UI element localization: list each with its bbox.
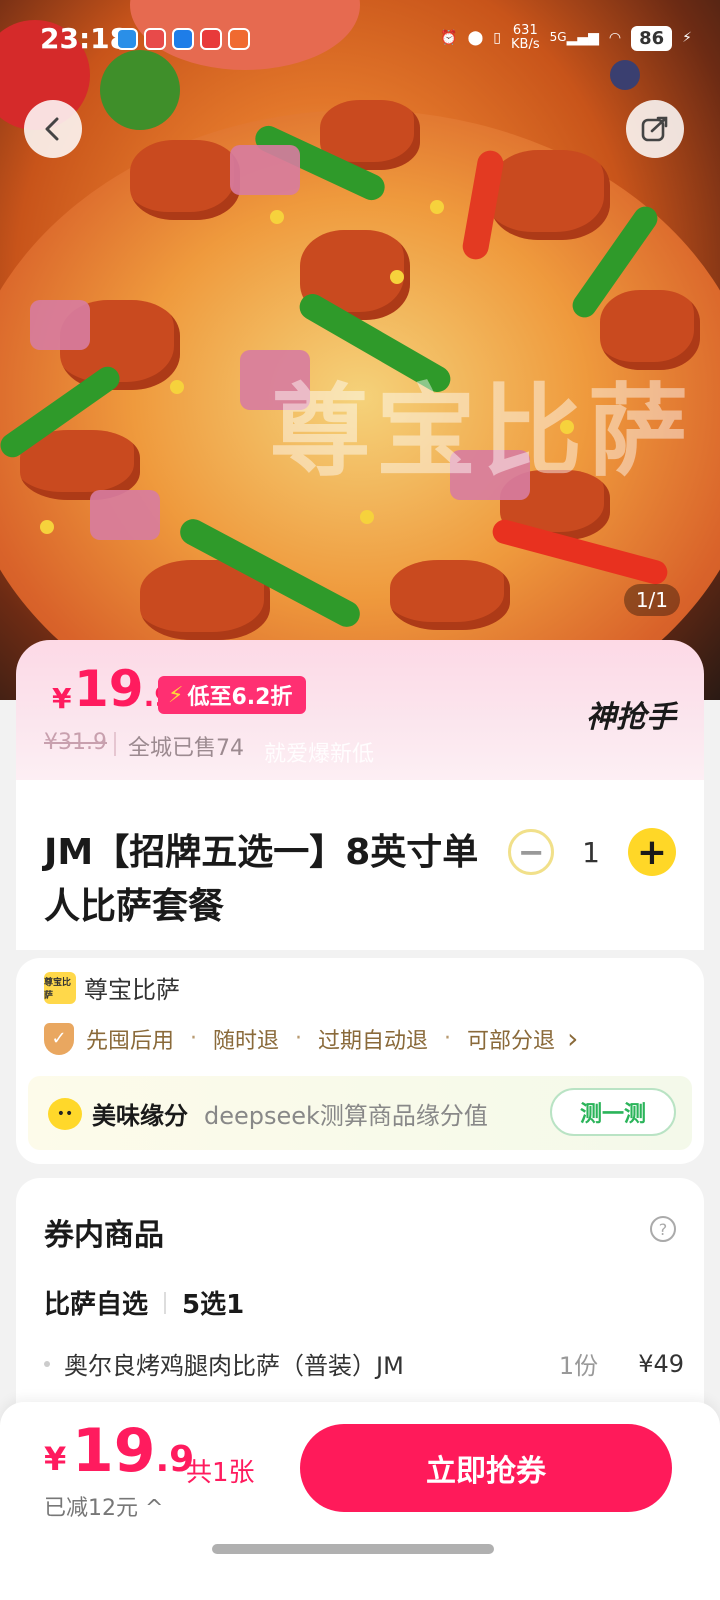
chicken-topping: [490, 150, 610, 240]
quantity-stepper: − 1 +: [508, 828, 676, 876]
sold-count: 全城已售74: [128, 736, 244, 761]
share-button[interactable]: [626, 100, 684, 158]
item-name: 奥尔良烤鸡腿肉比萨（普装）JM: [64, 1352, 404, 1380]
item-price: ¥49: [638, 1349, 684, 1378]
discount-text: 低至6.2折: [187, 685, 293, 710]
promo-brand-logo: 神抢手: [586, 700, 676, 735]
corn-topping: [430, 200, 444, 214]
onion-topping: [230, 145, 300, 195]
affinity-test-button[interactable]: 测一测: [550, 1088, 676, 1136]
separator-dot: ·: [190, 1026, 198, 1051]
discount-detail-toggle[interactable]: 已减12元 ^: [44, 1490, 163, 1522]
status-bar: 23:18 ⏰ ⬤ ▯ 631 KB/s 5G▂▄▆ ◠ 86 ⚡: [0, 18, 720, 62]
map-app-icon: [172, 28, 194, 50]
section-title: 券内商品: [44, 1218, 164, 1253]
smiley-face-icon: ••: [48, 1098, 82, 1130]
alarm-icon: ⏰: [440, 30, 458, 46]
status-indicators: ⏰ ⬤ ▯ 631 KB/s 5G▂▄▆ ◠ 86 ⚡: [440, 24, 692, 52]
share-icon: [641, 116, 668, 142]
corn-topping: [170, 380, 184, 394]
product-image[interactable]: 尊宝比萨: [0, 0, 720, 700]
shield-check-icon: ✓: [44, 1022, 74, 1055]
divider: [114, 732, 116, 756]
network-type: 5G: [549, 30, 567, 44]
vibrate-icon: ▯: [493, 30, 502, 46]
service-guarantees[interactable]: ✓ 先囤后用 · 随时退 · 过期自动退 · 可部分退 ›: [44, 1022, 578, 1055]
separator-dot: ·: [295, 1026, 303, 1051]
battery-icon: 86: [631, 25, 673, 51]
chicken-topping: [390, 560, 510, 630]
blueberry-decoration: [610, 60, 640, 90]
discount-tag: ⚡ 低至6.2折: [158, 676, 307, 714]
item-quantity: 1份: [558, 1352, 599, 1380]
network-speed-value: 631: [512, 23, 538, 38]
lime-decoration: [100, 50, 180, 130]
corn-topping: [270, 210, 284, 224]
shop-app-icon: [228, 28, 250, 50]
corn-topping: [360, 510, 374, 524]
guarantee-item: 随时退: [213, 1028, 280, 1054]
voucher-count: 共1张: [186, 1458, 255, 1488]
location-icon: ⬤: [467, 30, 484, 46]
affinity-description: deepseek测算商品缘分值: [204, 1102, 488, 1130]
slow-app-icon: [144, 28, 166, 50]
product-title: JM【招牌五选一】8英寸单人比萨套餐: [44, 832, 479, 927]
image-counter: 1/1: [623, 584, 680, 616]
quantity-value: 1: [582, 835, 600, 869]
chicken-topping: [130, 140, 240, 220]
bottom-action-bar: ¥ 19.9 共1张 已减12元 ^ 立即抢券: [0, 1402, 720, 1600]
onion-topping: [30, 300, 90, 350]
item-group-header: 比萨自选 5选1: [44, 1284, 244, 1321]
home-indicator[interactable]: [212, 1544, 494, 1554]
guarantee-item: 过期自动退: [318, 1028, 429, 1054]
guarantee-item: 先囤后用: [86, 1028, 175, 1054]
network-speed: 631 KB/s: [511, 24, 540, 52]
group-buy-app-icon: [200, 28, 222, 50]
chevron-right-icon: ›: [567, 1022, 579, 1055]
shop-card: 尊宝比萨 尊宝比萨 ✓ 先囤后用 · 随时退 · 过期自动退 · 可部分退 › …: [16, 958, 704, 1164]
divider: [164, 1291, 167, 1314]
total-currency: ¥: [44, 1440, 67, 1478]
list-item: 奥尔良烤鸡腿肉比萨（普装）JM 1份 ¥49: [44, 1346, 684, 1381]
group-rule: 5选1: [182, 1290, 245, 1320]
back-button[interactable]: [24, 100, 82, 158]
product-info: JM【招牌五选一】8英寸单人比萨套餐 − 1 +: [16, 780, 704, 950]
buy-now-button[interactable]: 立即抢券: [300, 1424, 672, 1512]
help-icon[interactable]: ?: [650, 1216, 676, 1242]
lightning-icon: ⚡: [168, 682, 184, 708]
charging-icon: ⚡: [682, 30, 692, 46]
price-currency: ¥: [52, 682, 72, 715]
corn-topping: [390, 270, 404, 284]
increase-quantity-button[interactable]: +: [628, 828, 676, 876]
guarantee-item: 可部分退: [467, 1028, 556, 1054]
decrease-quantity-button[interactable]: −: [508, 829, 555, 875]
price-integer: 19: [74, 660, 144, 718]
affinity-banner: •• 美味缘分 deepseek测算商品缘分值 测一测: [28, 1076, 692, 1150]
onion-topping: [90, 490, 160, 540]
price-card: ¥ 19.9 ⚡低至6.2折 ¥31.9 全城已售74 就爱爆新低 神抢手: [16, 640, 704, 780]
corn-topping: [40, 520, 54, 534]
group-name: 比萨自选: [44, 1290, 149, 1320]
notification-icons: [116, 28, 250, 50]
bullet-dot: [44, 1360, 50, 1367]
shop-logo: 尊宝比萨: [44, 972, 76, 1004]
chat-app-icon: [116, 28, 138, 50]
network-speed-unit: KB/s: [511, 37, 540, 52]
separator-dot: ·: [444, 1026, 452, 1051]
brand-watermark: 尊宝比萨: [270, 373, 694, 490]
total-price-integer: 19: [72, 1416, 156, 1486]
signal-icon: 5G▂▄▆: [549, 30, 599, 46]
promo-slogan: 就爱爆新低: [264, 742, 375, 767]
shop-name[interactable]: 尊宝比萨: [84, 970, 180, 1005]
chevron-left-icon: [45, 117, 59, 141]
total-price: 19.9: [72, 1416, 194, 1486]
affinity-title: 美味缘分: [92, 1102, 188, 1130]
original-price: ¥31.9: [44, 730, 107, 755]
wifi-icon: ◠: [608, 30, 622, 46]
